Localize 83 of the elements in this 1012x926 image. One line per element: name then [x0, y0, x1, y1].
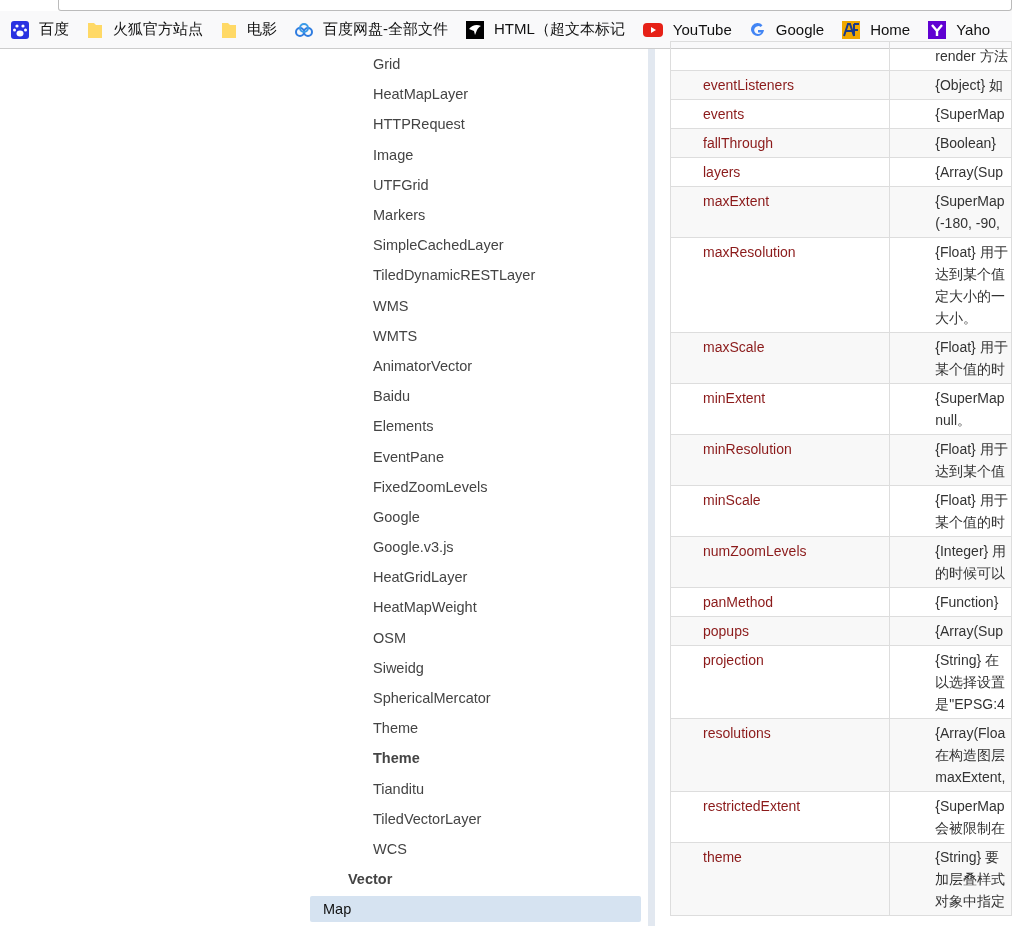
- nav-link[interactable]: HTTPRequest: [373, 116, 465, 133]
- description-cell: {Array(Sup: [889, 616, 1012, 646]
- nav-folder[interactable]: Vector: [348, 871, 393, 888]
- property-name-cell: minResolution: [670, 434, 890, 486]
- bookmark-link[interactable]: 火狐官方站点: [113, 20, 203, 39]
- bookmark-link[interactable]: 百度网盘-全部文件: [323, 20, 448, 39]
- property-name-cell: minScale: [670, 485, 890, 537]
- nav-link[interactable]: Grid: [373, 56, 401, 73]
- nav-link[interactable]: Markers: [373, 207, 426, 224]
- square-logo-icon: [928, 20, 947, 39]
- cloud-icon: [295, 22, 313, 37]
- description-cell: {Function}: [889, 587, 1012, 617]
- g-letter-icon: [749, 21, 766, 38]
- folder-icon: [87, 20, 103, 39]
- property-name-cell: projection: [670, 645, 890, 719]
- bookmark-link[interactable]: 电影: [247, 20, 277, 39]
- bookmark-link[interactable]: Google: [775, 21, 825, 38]
- nav-folder[interactable]: Theme: [373, 750, 420, 767]
- bookmark-link[interactable]: Home: [870, 21, 911, 38]
- property-name-cell: panMethod: [670, 587, 890, 617]
- bookmark-link[interactable]: YouTube: [672, 21, 732, 38]
- property-name-cell: fallThrough: [670, 128, 890, 158]
- description-cell: {String} 要 加层叠样式 对象中指定: [889, 842, 1012, 916]
- nav-link[interactable]: WCS: [373, 840, 407, 857]
- nav-link[interactable]: Siweidg: [373, 659, 424, 676]
- property-name-cell: maxExtent: [670, 186, 890, 238]
- property-name-cell: minExtent: [670, 383, 890, 435]
- description-cell: {Float} 用于 达到某个值: [889, 434, 1012, 486]
- bird-icon: [466, 20, 484, 39]
- square-logo-icon: [842, 20, 861, 39]
- property-name-cell: resolutions: [670, 718, 890, 792]
- nav-link[interactable]: Map: [323, 901, 352, 918]
- address-bar[interactable]: [58, 0, 1012, 11]
- property-name-cell: theme: [670, 842, 890, 916]
- nav-link[interactable]: AnimatorVector: [373, 357, 473, 374]
- property-name-cell: restrictedExtent: [670, 791, 890, 843]
- property-name-cell: maxResolution: [670, 237, 890, 333]
- property-name-cell: maxScale: [670, 332, 890, 384]
- description-cell: {Array(Sup: [889, 157, 1012, 187]
- property-name-cell: events: [670, 99, 890, 129]
- nav-link[interactable]: HeatGridLayer: [373, 569, 468, 586]
- nav-link[interactable]: Google: [373, 508, 420, 525]
- nav-link[interactable]: HeatMapLayer: [373, 86, 469, 103]
- description-cell: render 方法: [889, 41, 1012, 71]
- folder-icon: [221, 20, 237, 39]
- nav-link[interactable]: WMTS: [373, 327, 418, 344]
- property-name-cell: eventListeners: [670, 70, 890, 100]
- property-name-cell: popups: [670, 616, 890, 646]
- paw-icon: [11, 20, 29, 39]
- nav-link[interactable]: TiledVectorLayer: [373, 810, 482, 827]
- bookmark-link[interactable]: Yaho: [956, 21, 991, 38]
- description-cell: {Object} 如: [889, 70, 1012, 100]
- nav-link[interactable]: TiledDynamicRESTLayer: [373, 267, 536, 284]
- description-cell: {Float} 用于 某个值的时: [889, 332, 1012, 384]
- nav-link[interactable]: HeatMapWeight: [373, 599, 477, 616]
- description-cell: {SuperMap 会被限制在: [889, 791, 1012, 843]
- nav-link[interactable]: Elements: [373, 418, 434, 435]
- bookmark-link[interactable]: HTML（超文本标记: [494, 20, 625, 39]
- property-name-cell: layers: [670, 157, 890, 187]
- description-cell: {SuperMap: [889, 99, 1012, 129]
- nav-link[interactable]: Google.v3.js: [373, 539, 454, 556]
- nav-link[interactable]: UTFGrid: [373, 176, 429, 193]
- nav-link[interactable]: Image: [373, 146, 414, 163]
- description-cell: {SuperMap null。: [889, 383, 1012, 435]
- nav-link[interactable]: WMS: [373, 297, 409, 314]
- nav-link[interactable]: Theme: [373, 720, 419, 737]
- description-cell: {Boolean}: [889, 128, 1012, 158]
- nav-link[interactable]: FixedZoomLevels: [373, 478, 488, 495]
- nav-link[interactable]: SimpleCachedLayer: [373, 237, 504, 254]
- description-cell: {Array(Floa 在构造图层 maxExtent,: [889, 718, 1012, 792]
- bookmark-link[interactable]: 百度: [39, 20, 69, 39]
- play-icon: [642, 22, 663, 37]
- nav-link[interactable]: Tianditu: [373, 780, 425, 797]
- nav-link[interactable]: SphericalMercator: [373, 690, 491, 707]
- description-cell: {SuperMap (-180, -90,: [889, 186, 1012, 238]
- description-cell: {Integer} 用 的时候可以: [889, 536, 1012, 588]
- nav-link[interactable]: OSM: [373, 629, 407, 646]
- property-name-cell: numZoomLevels: [670, 536, 890, 588]
- nav-link[interactable]: EventPane: [373, 448, 444, 465]
- description-cell: {Float} 用于 某个值的时: [889, 485, 1012, 537]
- description-cell: {String} 在 以选择设置 是"EPSG:4: [889, 645, 1012, 719]
- description-cell: {Float} 用于 达到某个值 定大小的一 大小。: [889, 237, 1012, 333]
- nav-link[interactable]: Baidu: [373, 388, 411, 405]
